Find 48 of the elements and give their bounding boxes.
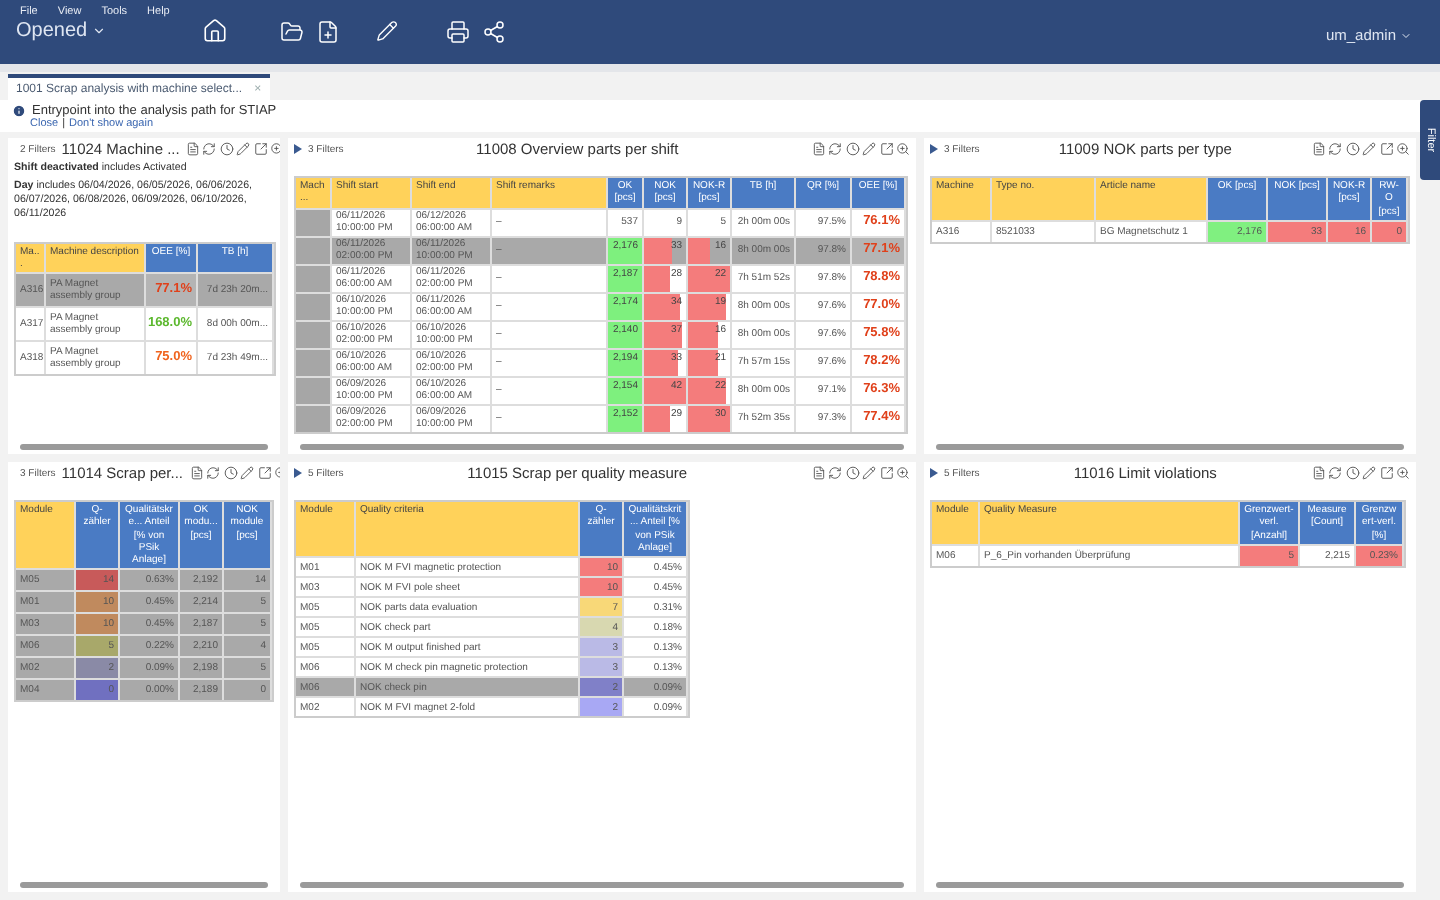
scrollbar[interactable] (300, 444, 904, 450)
refresh-icon[interactable] (828, 466, 842, 480)
note-icon[interactable] (1311, 466, 1325, 480)
note-icon[interactable] (189, 466, 204, 480)
chevron-icon (1400, 29, 1412, 41)
file-plus-icon[interactable] (315, 19, 340, 43)
refresh-icon[interactable] (1328, 142, 1342, 156)
export-icon[interactable] (1379, 466, 1393, 480)
scrollbar[interactable] (936, 882, 1404, 888)
clock-icon[interactable] (845, 142, 859, 156)
refresh-icon[interactable] (206, 466, 221, 480)
note-icon[interactable] (185, 142, 200, 156)
scrollbar[interactable] (20, 882, 268, 888)
printer-icon[interactable] (445, 19, 470, 43)
clock-icon[interactable] (1345, 142, 1359, 156)
pencil-icon[interactable] (1362, 142, 1376, 156)
folder-icon[interactable] (279, 19, 304, 43)
expand-icon[interactable] (930, 144, 938, 154)
pencil-icon[interactable] (1362, 466, 1376, 480)
scrollbar[interactable] (936, 444, 1404, 450)
refresh-icon[interactable] (828, 142, 842, 156)
export-icon[interactable] (1379, 142, 1393, 156)
home-icon[interactable] (201, 18, 228, 44)
note-icon[interactable] (1311, 142, 1325, 156)
note-icon[interactable] (811, 142, 825, 156)
refresh-icon[interactable] (1328, 466, 1342, 480)
pencil-icon[interactable] (862, 466, 876, 480)
clock-icon[interactable] (1345, 466, 1359, 480)
pencil-icon[interactable] (240, 466, 255, 480)
expand-icon[interactable] (294, 144, 302, 154)
workspace-dropdown[interactable]: Opened (16, 20, 170, 42)
clock-icon[interactable] (845, 466, 859, 480)
export-icon[interactable] (879, 142, 893, 156)
expand-icon[interactable] (930, 468, 938, 478)
export-icon[interactable] (253, 142, 268, 156)
export-icon[interactable] (257, 466, 272, 480)
scrollbar[interactable] (20, 444, 268, 450)
pencil-icon[interactable] (862, 142, 876, 156)
clock-icon[interactable] (223, 466, 238, 480)
share-icon[interactable] (481, 19, 506, 43)
refresh-icon[interactable] (202, 142, 217, 156)
expand-icon[interactable] (294, 468, 302, 478)
export-icon[interactable] (879, 466, 893, 480)
clock-icon[interactable] (219, 142, 234, 156)
scrollbar[interactable] (300, 882, 904, 888)
chevron-icon (91, 24, 106, 38)
note-icon[interactable] (811, 466, 825, 480)
pencil-icon[interactable] (236, 142, 251, 156)
